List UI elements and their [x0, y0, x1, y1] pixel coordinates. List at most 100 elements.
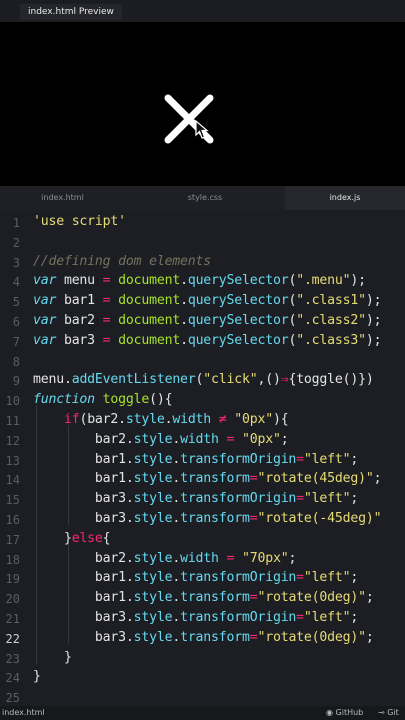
code-line[interactable]: bar3.style.transformOrigin="left";	[33, 491, 358, 506]
code-line[interactable]: }else{	[33, 530, 111, 546]
code-token: ;	[288, 550, 297, 566]
code-line[interactable]: bar1.style.transform="rotate(45deg)";	[33, 471, 382, 487]
code-line[interactable]: //defining dom elements	[33, 254, 211, 269]
code-line[interactable]: bar3.style.transform="rotate(-45deg)"	[33, 511, 382, 526]
code-token: style	[133, 471, 173, 487]
code-line[interactable]: function toggle(){	[33, 392, 173, 407]
code-token: );	[365, 293, 382, 309]
code-line[interactable]: var menu = document.querySelector(".menu…	[33, 273, 366, 288]
code-token: width	[180, 550, 219, 566]
code-token: .	[172, 431, 181, 447]
code-token: bar2.	[33, 550, 134, 566]
code-token: ".class2"	[296, 313, 366, 328]
code-token: ".menu"	[296, 273, 351, 289]
code-token: bar1.	[33, 451, 134, 467]
code-line[interactable]: var bar3 = document.querySelector(".clas…	[33, 332, 382, 348]
git-icon: ⊸	[378, 708, 385, 717]
code-token: var	[33, 332, 57, 348]
tab-index-html[interactable]: index.html	[0, 186, 125, 210]
code-token: .	[172, 451, 181, 467]
code-token: style	[133, 590, 173, 606]
code-token: menu.	[33, 372, 72, 388]
code-token: //defining dom elements	[33, 253, 212, 269]
code-token: }	[33, 530, 72, 546]
code-line[interactable]: bar2.style.width = "70px";	[33, 550, 297, 566]
code-line[interactable]: bar1.style.transform="rotate(0deg)";	[33, 590, 374, 605]
github-label: GitHub	[335, 708, 364, 717]
tab-index-js[interactable]: index.js	[285, 186, 405, 210]
code-token: ≠	[218, 412, 227, 427]
code-line[interactable]: bar3.style.transformOrigin="left";	[33, 610, 358, 625]
code-editor[interactable]: 1 2 3 4 5 6 7 8 9 10 11 12 13 14 15 16 17 18 19 20 21 22 23 24 2…	[0, 210, 405, 706]
line-number: 22	[5, 631, 20, 646]
line-number: 20	[5, 592, 20, 607]
code-token: bar3	[56, 332, 103, 348]
line-number: 21	[5, 612, 20, 626]
code-token: "left"	[303, 570, 351, 586]
code-token: style	[133, 431, 173, 447]
code-token: .	[172, 610, 181, 625]
code-token: );	[365, 332, 382, 348]
code-token: style	[133, 451, 173, 467]
github-status[interactable]: ◉ GitHub	[326, 706, 363, 720]
github-icon: ◉	[326, 708, 333, 717]
status-file-name[interactable]: index.html	[2, 706, 45, 720]
line-number: 1	[12, 216, 20, 230]
code-token: ){	[273, 412, 289, 427]
code-token: }	[33, 649, 72, 665]
tab-style-css[interactable]: style.css	[125, 186, 285, 210]
preview-tab-bar: index.html Preview	[0, 0, 405, 23]
code-token: "click"	[203, 372, 258, 388]
code-line[interactable]: var bar2 = document.querySelector(".clas…	[33, 313, 382, 328]
code-token: style	[133, 570, 173, 586]
editor-tab-bar: index.html style.css index.js	[0, 186, 405, 211]
code-token: ".class3"	[296, 332, 366, 348]
code-line[interactable]: var bar1 = document.querySelector(".clas…	[33, 293, 382, 309]
code-token: "0px"	[234, 412, 273, 427]
code-token: var	[33, 273, 57, 289]
code-token: document	[118, 293, 181, 309]
code-token: bar3.	[33, 610, 134, 625]
code-token: "rotate(0deg)"	[257, 590, 366, 606]
line-number: 9	[12, 374, 20, 389]
code-line[interactable]: bar2.style.width = "0px";	[33, 431, 289, 447]
code-token: "0px"	[242, 431, 281, 447]
code-line[interactable]: 'use script'	[33, 214, 126, 229]
code-token: );	[365, 313, 382, 328]
line-number: 5	[12, 295, 20, 310]
cursor-icon	[195, 120, 209, 139]
code-token: style	[133, 629, 173, 645]
code-line[interactable]: if(bar2.style.width ≠ "0px"){	[33, 412, 289, 427]
code-line[interactable]: bar1.style.transformOrigin="left";	[33, 452, 358, 467]
code-token: style	[133, 511, 173, 526]
code-line[interactable]: bar1.style.transformOrigin="left";	[33, 570, 358, 585]
code-token: .	[172, 570, 181, 586]
code-token: else	[71, 530, 103, 546]
code-token: .	[180, 313, 188, 328]
code-line[interactable]: }	[33, 650, 72, 665]
line-number: 11	[5, 414, 20, 428]
line-number: 24	[5, 671, 20, 686]
code-line[interactable]: menu.addEventListener("click",()⇒{toggle…	[33, 372, 374, 387]
code-token: width	[180, 431, 219, 447]
code-token: querySelector	[187, 293, 289, 309]
code-line[interactable]: }	[33, 669, 41, 684]
code-token: transform	[180, 471, 250, 487]
git-status[interactable]: ⊸ Git	[378, 706, 399, 720]
code-token: transformOrigin	[180, 451, 297, 467]
code-token: "rotate(45deg)"	[257, 471, 374, 487]
code-line[interactable]: bar3.style.transform="rotate(0deg)";	[33, 630, 374, 645]
preview-tab-label[interactable]: index.html Preview	[20, 4, 122, 20]
code-token: querySelector	[187, 313, 289, 328]
code-token: ;	[350, 610, 359, 625]
close-icon[interactable]	[160, 90, 218, 148]
code-token: {toggle()})	[288, 372, 374, 388]
code-token: bar3.	[33, 511, 134, 526]
